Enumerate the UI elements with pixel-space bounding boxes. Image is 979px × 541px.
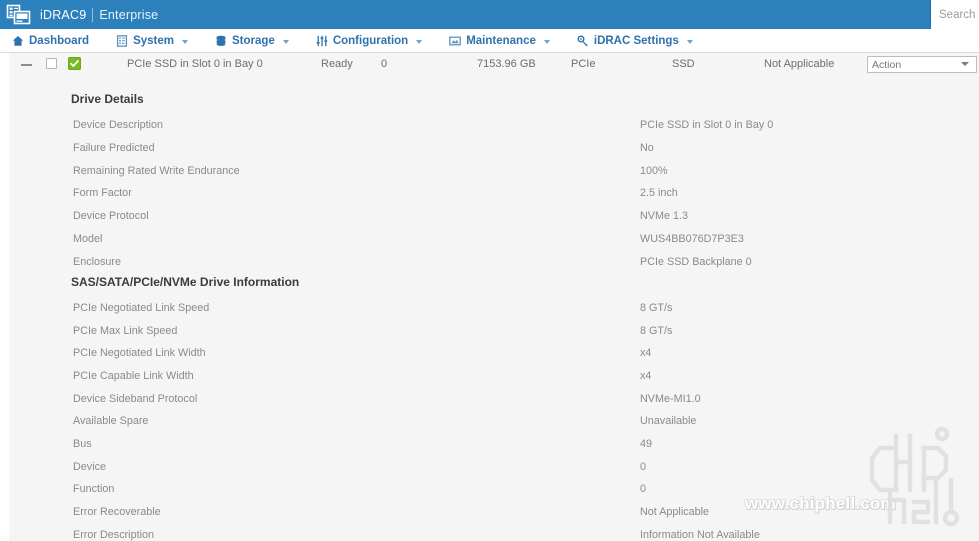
detail-label: Error Description [73, 529, 154, 541]
detail-value: No [640, 142, 654, 154]
detail-value: WUS4BB076D7P3E3 [640, 233, 744, 245]
brand-divider [92, 7, 94, 22]
nav-label-dashboard: Dashboard [29, 34, 90, 47]
detail-label: Bus [73, 438, 92, 450]
detail-label: Failure Predicted [73, 142, 155, 154]
sliders-icon [316, 35, 328, 46]
detail-value: 8 GT/s [640, 325, 673, 337]
detail-label: Device [73, 461, 107, 473]
detail-label: PCIe Max Link Speed [73, 325, 178, 337]
detail-value: 8 GT/s [640, 302, 673, 314]
nav-label-system: System [133, 34, 174, 47]
brand-header: iDRAC9 Enterprise [0, 0, 979, 29]
chevron-down-icon [416, 39, 423, 44]
detail-value: Unavailable [640, 415, 697, 427]
detail-value: PCIe SSD in Slot 0 in Bay 0 [640, 119, 774, 131]
nav-item-system[interactable]: System [116, 35, 188, 47]
chevron-down-icon [686, 39, 693, 44]
drive-media-cell: SSD [672, 58, 695, 70]
drive-name-cell: PCIe SSD in Slot 0 in Bay 0 [127, 58, 263, 70]
wrench-gear-icon [577, 34, 588, 46]
nav-label-maintenance: Maintenance [466, 34, 536, 47]
drive-hotspare-cell: Not Applicable [764, 58, 835, 70]
chevron-down-icon [282, 39, 289, 44]
window-icon [449, 36, 462, 45]
brand-edition: Enterprise [99, 7, 159, 22]
left-gutter [0, 53, 9, 541]
detail-value: x4 [640, 347, 652, 359]
search-input[interactable] [931, 8, 979, 21]
detail-label: PCIe Capable Link Width [73, 370, 194, 382]
detail-label: Form Factor [73, 187, 132, 199]
detail-label: Error Recoverable [73, 506, 161, 518]
row-checkbox[interactable] [46, 58, 57, 69]
nav-item-configuration[interactable]: Configuration [316, 34, 423, 47]
brand-product-name: iDRAC9 [40, 7, 87, 22]
home-icon [12, 35, 24, 46]
detail-label: Remaining Rated Write Endurance [73, 165, 240, 177]
detail-value: NVMe 1.3 [640, 210, 689, 222]
brand-title: iDRAC9 Enterprise [40, 7, 159, 22]
collapse-row-icon[interactable] [21, 59, 32, 70]
idrac-page: iDRAC9 Enterprise Dashboard [0, 0, 979, 541]
nav-label-configuration: Configuration [332, 34, 409, 47]
nav-item-dashboard[interactable]: Dashboard [12, 35, 89, 47]
drive-bus-cell: PCIe [571, 58, 596, 70]
drive-detail-panel: Drive Details Device Description PCIe SS… [9, 75, 979, 541]
action-dropdown[interactable]: Action [867, 56, 977, 73]
detail-label: Enclosure [73, 256, 122, 268]
nav-item-idrac-settings[interactable]: iDRAC Settings [577, 35, 693, 47]
detail-value: NVMe-MI1.0 [640, 393, 701, 405]
database-icon [216, 35, 226, 46]
search-box[interactable] [930, 0, 979, 29]
detail-label: Device Sideband Protocol [73, 393, 198, 405]
detail-label: PCIe Negotiated Link Speed [73, 302, 210, 314]
detail-value: 2.5 inch [640, 187, 678, 199]
detail-value: PCIe SSD Backplane 0 [640, 256, 752, 268]
detail-value: Not Applicable [640, 506, 710, 518]
detail-label: Available Spare [73, 415, 149, 427]
nav-label-storage: Storage [232, 34, 275, 47]
nav-item-maintenance[interactable]: Maintenance [449, 35, 550, 47]
server-rack-icon [6, 4, 32, 25]
nav-item-storage[interactable]: Storage [215, 35, 289, 47]
detail-label: Device Description [73, 119, 164, 131]
detail-label: PCIe Negotiated Link Width [73, 347, 206, 359]
detail-value: 49 [640, 438, 653, 450]
server-icon [117, 34, 128, 47]
detail-label: Model [73, 233, 103, 245]
drive-slot-cell: 0 [381, 58, 388, 70]
content-area: PCIe SSD in Slot 0 in Bay 0 Ready 0 7153… [0, 53, 979, 541]
detail-label: Function [73, 483, 115, 495]
detail-value: 100% [640, 165, 668, 177]
drive-capacity-cell: 7153.96 GB [477, 58, 536, 70]
nav-label-idrac-settings: iDRAC Settings [593, 34, 679, 47]
detail-label: Device Protocol [73, 210, 149, 222]
drive-state-cell: Ready [321, 58, 353, 70]
chevron-down-icon [182, 39, 188, 44]
main-navigation: Dashboard System Storage Configuration M… [0, 29, 979, 53]
detail-value: 0 [640, 461, 647, 473]
green-check-icon [68, 57, 81, 70]
detail-value: Information Not Available [640, 529, 760, 541]
detail-value: 0 [640, 483, 647, 495]
chevron-down-icon [543, 39, 550, 44]
drive-summary-row: PCIe SSD in Slot 0 in Bay 0 Ready 0 7153… [9, 53, 979, 75]
section-title-drive-details: Drive Details [71, 92, 144, 106]
section-title-drive-information: SAS/SATA/PCIe/NVMe Drive Information [71, 275, 300, 289]
detail-value: x4 [640, 370, 652, 382]
